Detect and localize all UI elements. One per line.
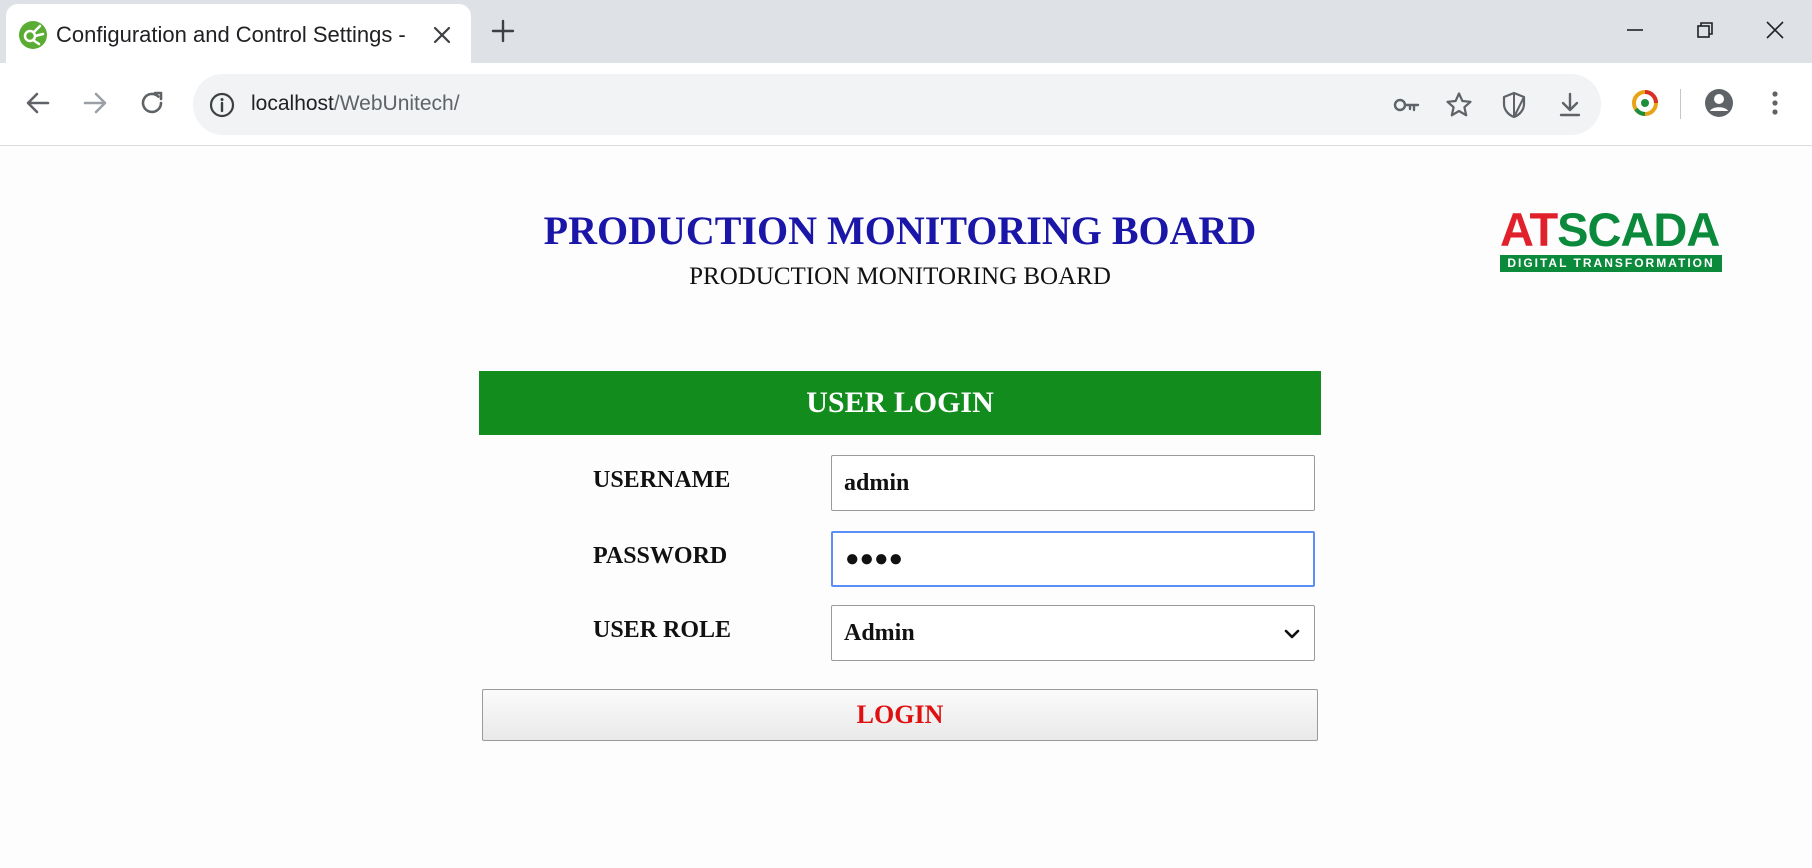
browser-tab-strip: Configuration and Control Settings -	[0, 0, 1812, 63]
username-row: USERNAME admin	[479, 455, 1321, 511]
restore-icon[interactable]	[1689, 14, 1721, 46]
login-header: USER LOGIN	[479, 371, 1321, 435]
address-bar[interactable]: localhost/WebUnitech/	[193, 74, 1601, 135]
user-role-value: Admin	[844, 620, 915, 646]
url-text: localhost/WebUnitech/	[251, 92, 460, 116]
user-role-row: USER ROLE Admin	[479, 605, 1321, 661]
minimize-icon[interactable]	[1619, 14, 1651, 46]
login-button[interactable]: LOGIN	[482, 689, 1318, 741]
password-field[interactable]: ●●●●	[831, 531, 1315, 587]
toolbar-divider	[1680, 89, 1681, 119]
shield-icon[interactable]	[1499, 90, 1529, 120]
logo-scada: SCADA	[1557, 203, 1720, 256]
logo-at: AT	[1500, 203, 1558, 256]
login-form: USER LOGIN USERNAME admin PASSWORD ●●●● …	[479, 371, 1321, 741]
password-label: PASSWORD	[593, 543, 728, 569]
extension-icon[interactable]	[1629, 87, 1661, 119]
url-host: localhost	[251, 92, 334, 115]
new-tab-icon[interactable]	[488, 16, 518, 46]
forward-arrow-icon[interactable]	[77, 85, 113, 121]
page-content: PRODUCTION MONITORING BOARD PRODUCTION M…	[0, 147, 1812, 868]
url-path: /WebUnitech/	[333, 92, 460, 115]
more-menu-icon[interactable]	[1759, 87, 1791, 119]
download-icon[interactable]	[1555, 90, 1585, 120]
site-info-icon[interactable]	[207, 90, 237, 120]
password-row: PASSWORD ●●●●	[479, 531, 1321, 587]
back-arrow-icon[interactable]	[20, 85, 56, 121]
reload-icon[interactable]	[134, 85, 170, 121]
tab-title: Configuration and Control Settings -	[56, 22, 406, 47]
logo-wordmark: ATSCADA	[1500, 206, 1724, 253]
chevron-down-icon	[1284, 629, 1300, 639]
browser-tab[interactable]: Configuration and Control Settings -	[6, 4, 471, 63]
browser-toolbar: localhost/WebUnitech/	[0, 63, 1812, 146]
close-tab-icon[interactable]	[428, 21, 456, 49]
user-role-select[interactable]: Admin	[831, 605, 1315, 661]
profile-avatar-icon[interactable]	[1703, 87, 1735, 119]
logo-tagline: DIGITAL TRANSFORMATION	[1500, 255, 1722, 272]
close-window-icon[interactable]	[1759, 14, 1791, 46]
username-label: USERNAME	[593, 467, 731, 493]
bookmark-star-icon[interactable]	[1444, 90, 1474, 120]
user-role-label: USER ROLE	[593, 617, 732, 643]
app-favicon-icon	[19, 21, 47, 49]
username-field[interactable]: admin	[831, 455, 1315, 511]
key-icon[interactable]	[1391, 90, 1421, 120]
atscada-logo: ATSCADA DIGITAL TRANSFORMATION	[1500, 206, 1724, 272]
